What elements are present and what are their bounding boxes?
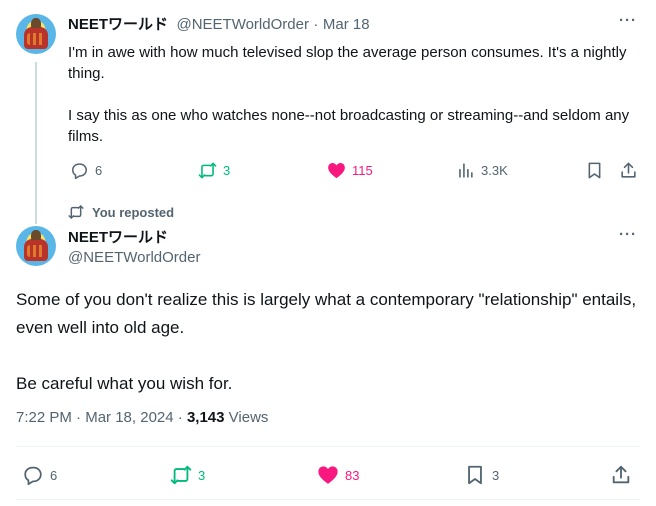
divider <box>16 499 640 500</box>
separator: · <box>313 16 319 33</box>
tweet-paragraph: I'm in awe with how much televised slop … <box>68 44 627 82</box>
author-handle[interactable]: @NEETWorldOrder <box>68 249 200 266</box>
tweet-paragraph: Some of you don't realize this is largel… <box>16 290 637 337</box>
like-count: 83 <box>345 467 360 483</box>
repost-note-text[interactable]: You reposted <box>92 205 174 220</box>
avatar-figure <box>24 18 48 49</box>
repost-count: 3 <box>223 163 231 178</box>
repost-button[interactable]: 3 <box>198 161 230 180</box>
heart-icon <box>318 466 338 484</box>
reply-count: 6 <box>95 163 103 178</box>
more-icon[interactable]: ··· <box>619 12 637 29</box>
tweet2-text: Some of you don't realize this is largel… <box>16 286 642 398</box>
share-icon <box>621 162 636 178</box>
repost-count: 3 <box>198 467 206 483</box>
heart-icon <box>328 163 345 178</box>
repost-icon <box>170 465 192 485</box>
views-count: 3,143 <box>186 409 225 426</box>
repost-icon <box>68 205 84 219</box>
like-button[interactable]: 83 <box>317 464 359 486</box>
tweet-date[interactable]: Mar 18 <box>323 16 370 33</box>
avatar-figure <box>24 230 48 261</box>
analytics-icon <box>459 163 473 178</box>
avatar[interactable] <box>16 226 56 266</box>
like-count: 115 <box>352 163 373 178</box>
author-name[interactable]: NEETワールド <box>68 16 168 33</box>
reply-button[interactable]: 6 <box>70 161 102 180</box>
bookmark-icon <box>468 465 482 485</box>
tweet-time[interactable]: 7:22 PM <box>16 409 72 426</box>
author-name[interactable]: NEETワールド <box>68 226 168 247</box>
tweet-paragraph: I say this as one who watches none--not … <box>68 107 630 145</box>
divider <box>16 446 640 447</box>
more-icon[interactable]: ··· <box>619 226 637 243</box>
reply-button[interactable]: 6 <box>22 464 57 486</box>
tweet-meta: 7:22 PM · Mar 18, 2024 · 3,143 Views <box>16 409 268 426</box>
tweet-paragraph: Be careful what you wish for. <box>16 374 233 393</box>
bookmark-count: 3 <box>492 467 500 483</box>
reply-icon <box>24 466 42 486</box>
tweet-date[interactable]: Mar 18, 2024 <box>85 409 173 426</box>
share-button[interactable] <box>619 161 638 180</box>
tweet1-header: NEETワールド @NEETWorldOrder · Mar 18 <box>68 13 370 34</box>
author-handle[interactable]: @NEETWorldOrder <box>176 16 308 33</box>
separator: · <box>177 409 183 426</box>
reply-count: 6 <box>50 467 58 483</box>
tweet1-text: I'm in awe with how much televised slop … <box>68 42 634 147</box>
repost-icon <box>198 162 217 179</box>
thread-line <box>35 62 37 224</box>
avatar[interactable] <box>16 14 56 54</box>
separator: · <box>76 409 82 426</box>
repost-note: You reposted <box>68 204 174 220</box>
bookmark-button[interactable]: 3 <box>464 464 499 486</box>
like-button[interactable]: 115 <box>327 161 373 180</box>
views-count: 3.3K <box>481 163 508 178</box>
reply-icon <box>72 163 87 180</box>
repost-button[interactable]: 3 <box>170 464 205 486</box>
share-icon <box>612 465 630 484</box>
share-button[interactable] <box>610 464 632 486</box>
views-label: Views <box>228 409 269 426</box>
bookmark-button[interactable] <box>585 161 604 180</box>
views-button[interactable]: 3.3K <box>456 161 508 180</box>
bookmark-icon <box>588 162 601 179</box>
